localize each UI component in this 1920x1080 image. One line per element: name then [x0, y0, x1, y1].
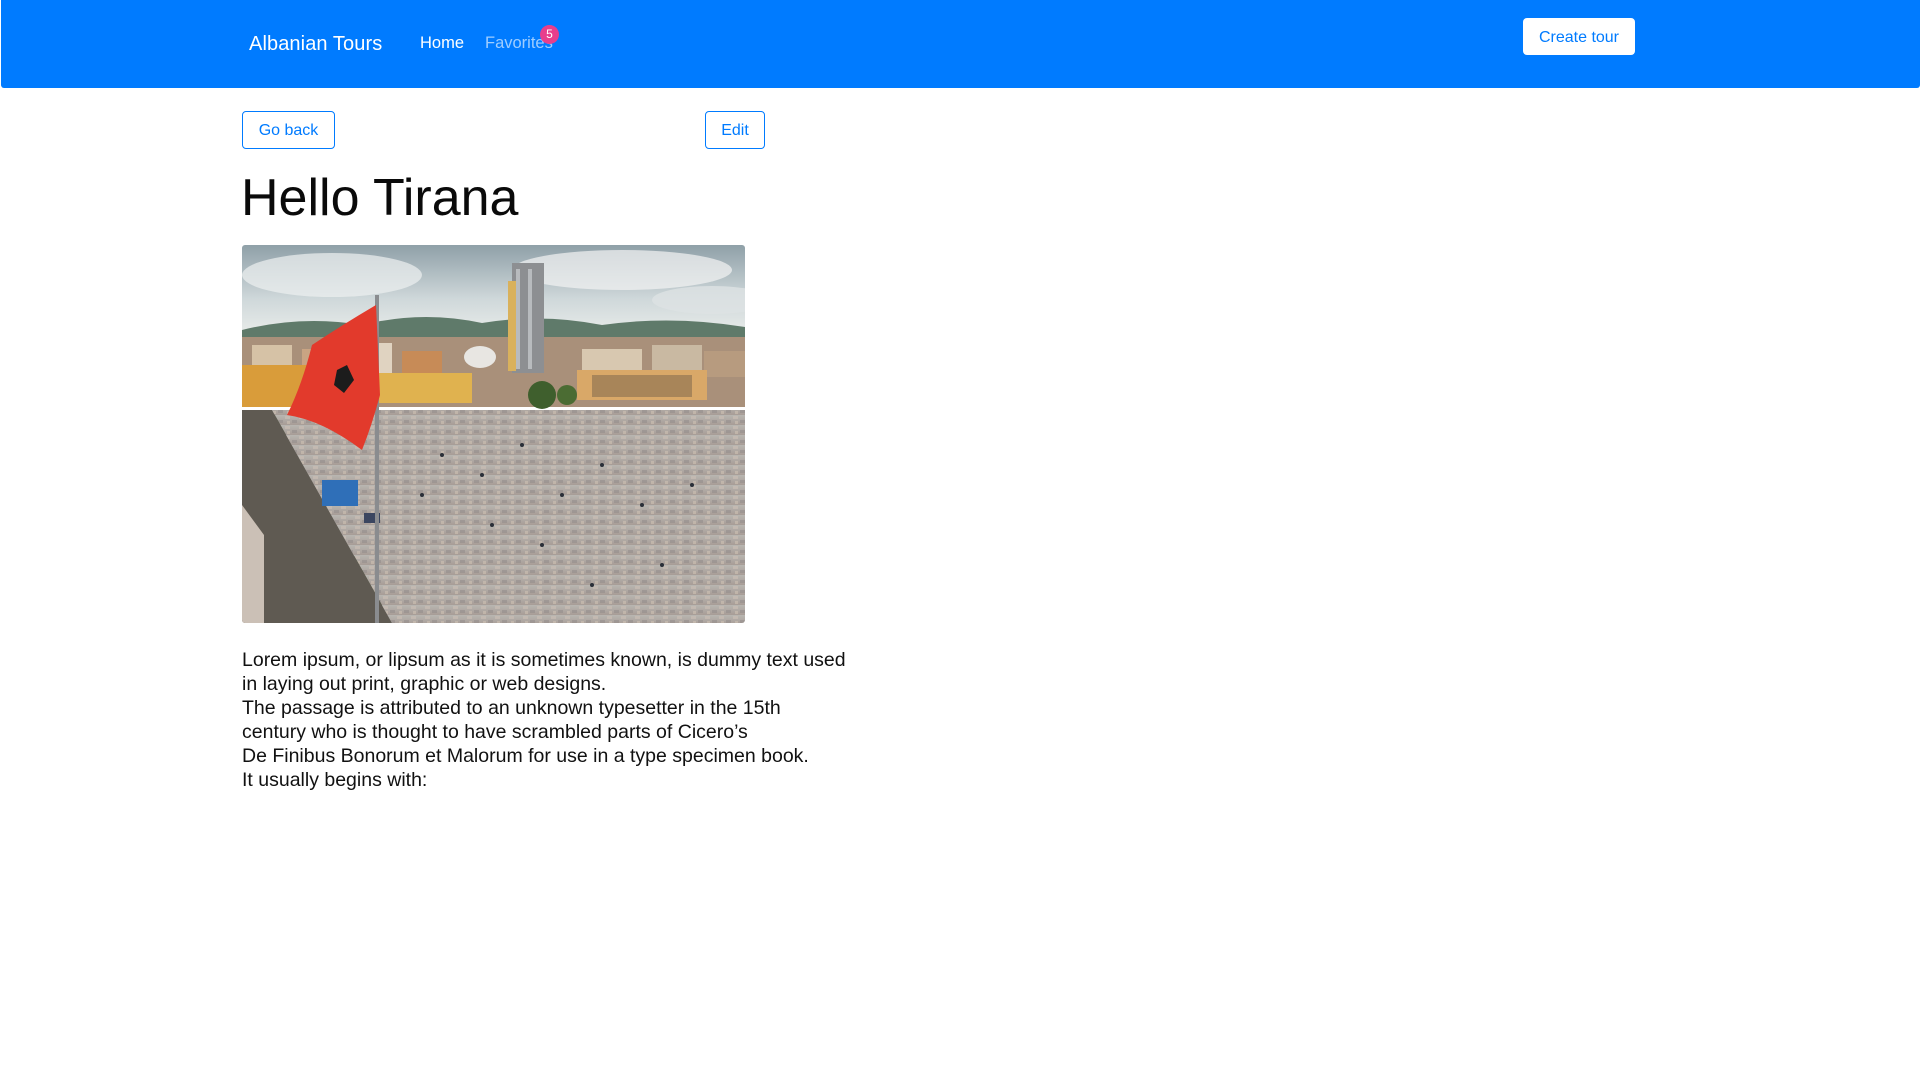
tour-description: Lorem ipsum, or lipsum as it is sometime…	[242, 648, 902, 792]
tour-image	[242, 245, 745, 623]
description-line: in laying out print, graphic or web desi…	[242, 673, 607, 695]
description-line: century who is thought to have scrambled…	[242, 721, 748, 743]
description-line: De Finibus Bonorum et Malorum for use in…	[242, 745, 809, 767]
tour-title: Hello Tirana	[241, 169, 519, 227]
description-line: The passage is attributed to an unknown …	[242, 697, 781, 719]
edit-button[interactable]: Edit	[705, 111, 765, 149]
description-line: It usually begins with:	[242, 769, 428, 791]
create-tour-button[interactable]: Create tour	[1523, 18, 1635, 55]
favorites-count-badge: 5	[540, 25, 559, 44]
brand-logo[interactable]: Albanian Tours	[249, 33, 382, 56]
go-back-button[interactable]: Go back	[242, 111, 335, 149]
nav-link-home[interactable]: Home	[420, 34, 464, 53]
description-line: Lorem ipsum, or lipsum as it is sometime…	[242, 649, 846, 671]
top-navbar: Albanian Tours Home Favorites 5 Create t…	[1, 0, 1920, 88]
